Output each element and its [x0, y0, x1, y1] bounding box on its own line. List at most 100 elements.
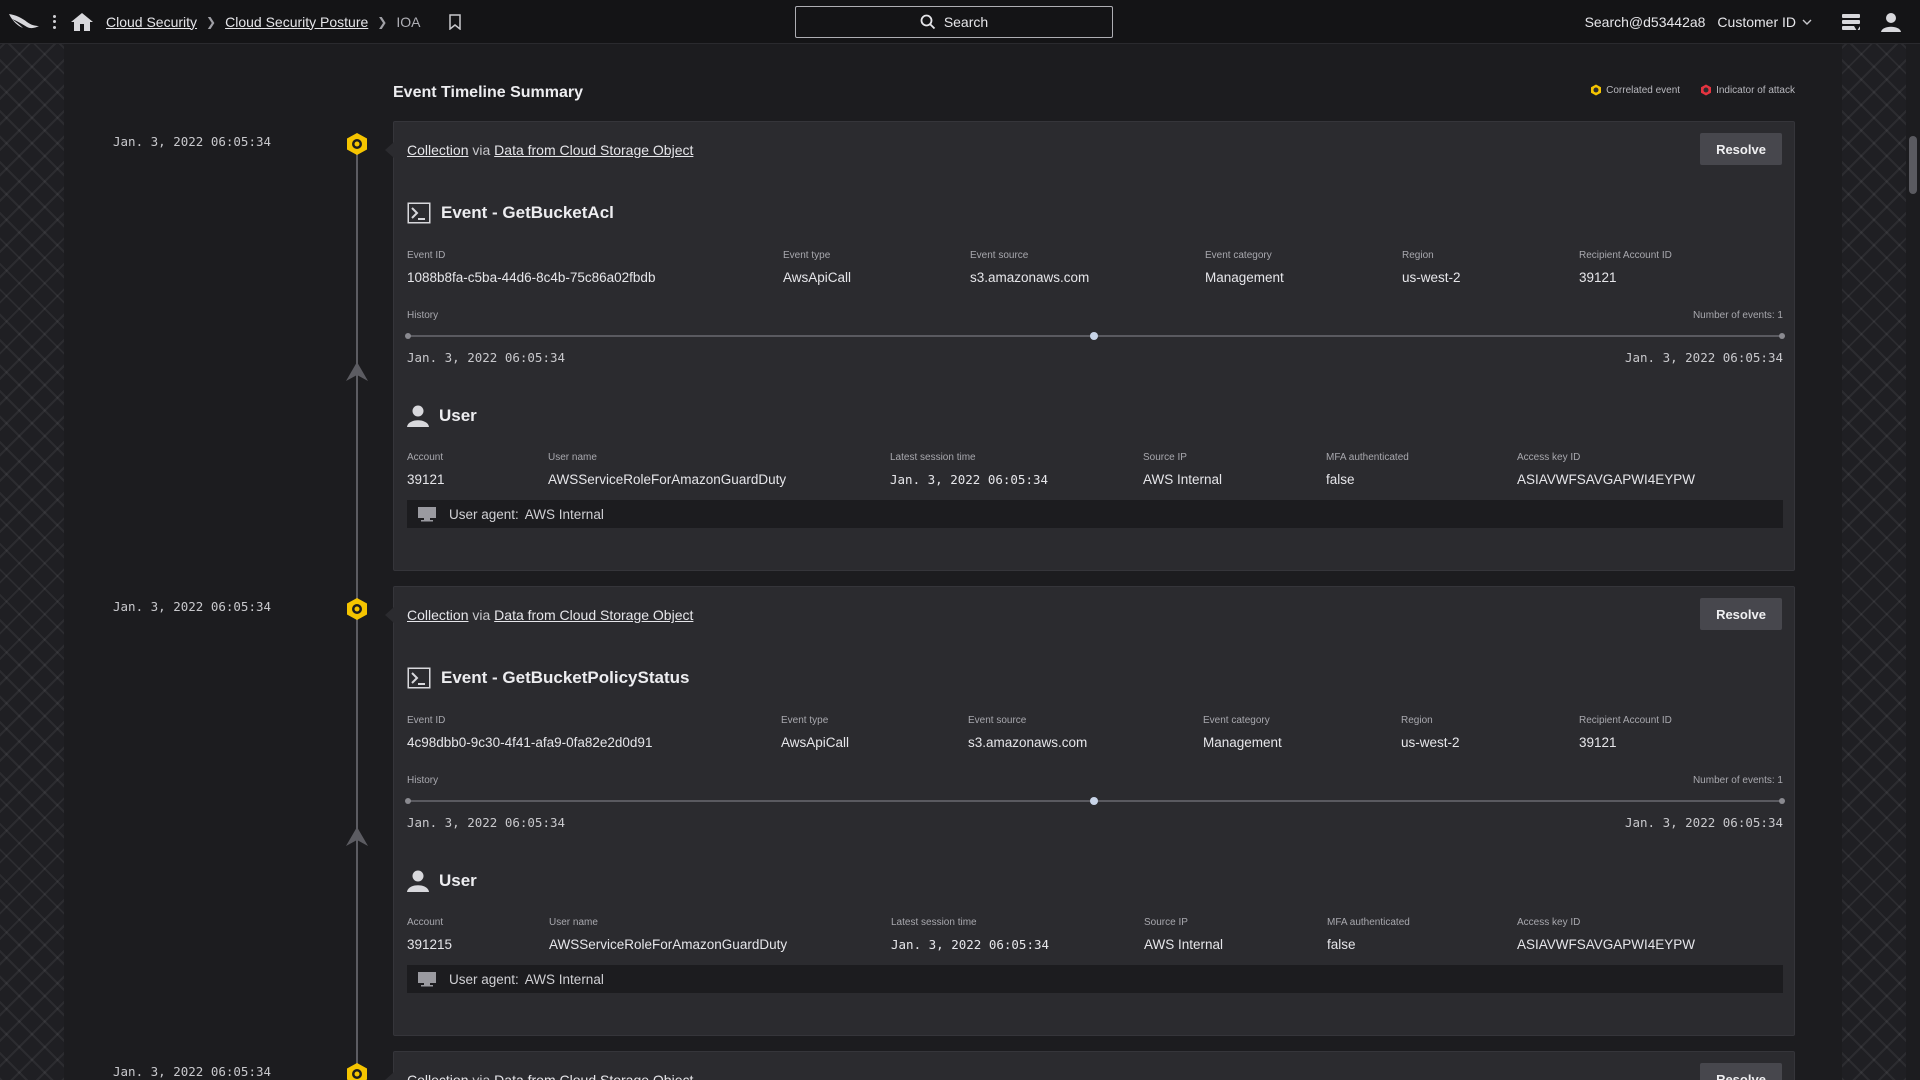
correlated-event-marker-icon	[347, 133, 367, 155]
event-section-title: Event - GetBucketAcl	[407, 202, 614, 224]
region-value: us-west-2	[1401, 735, 1460, 750]
user-section-label: User	[439, 406, 477, 425]
user-name-field: User name AWSServiceRoleForAmazonGuardDu…	[549, 917, 788, 952]
account-value: 39121	[407, 472, 445, 487]
event-type-field: Event type AwsApiCall	[781, 715, 850, 750]
customer-id-dropdown[interactable]: Customer ID	[1717, 14, 1812, 30]
event-id-value: 1088b8fa-c5ba-44d6-8c4b-75c86a02fbdb	[407, 270, 656, 285]
event-id-value: 4c98dbb0-9c30-4f41-afa9-0fa82e2d0d91	[407, 735, 653, 750]
scrollbar[interactable]	[1906, 44, 1920, 1080]
access-key-field: Access key ID ASIAVWFSAVGAPWI4EYPW	[1517, 917, 1696, 952]
user-handle[interactable]: Search@d53442a8	[1585, 14, 1706, 30]
history-event-point[interactable]	[1090, 332, 1098, 340]
tactic-link[interactable]: Collection	[407, 607, 468, 623]
event-category-value: Management	[1203, 735, 1282, 750]
technique-link[interactable]: Data from Cloud Storage Object	[494, 1072, 693, 1080]
notifications-tray-icon[interactable]	[1840, 11, 1862, 33]
user-agent-value: AWS Internal	[524, 971, 604, 987]
source-ip-value: AWS Internal	[1143, 472, 1223, 487]
user-section-title: User	[407, 869, 477, 893]
resolve-button[interactable]: Resolve	[1700, 1063, 1782, 1080]
indicator-of-attack-icon	[1701, 84, 1712, 96]
history-track	[405, 797, 1785, 805]
right-pattern-background	[1842, 44, 1906, 1080]
technique-link[interactable]: Data from Cloud Storage Object	[494, 607, 693, 623]
search-icon	[920, 14, 935, 30]
access-key-value: ASIAVWFSAVGAPWI4EYPW	[1517, 937, 1696, 952]
user-icon	[407, 405, 429, 427]
technique-link[interactable]: Data from Cloud Storage Object	[494, 142, 693, 158]
event-section-title: Event - GetBucketPolicyStatus	[407, 667, 689, 689]
user-name-value: AWSServiceRoleForAmazonGuardDuty	[549, 937, 788, 952]
event-card: Collection via Data from Cloud Storage O…	[385, 121, 1795, 571]
scrollbar-thumb[interactable]	[1909, 136, 1917, 194]
terminal-icon	[407, 667, 431, 689]
latest-session-value: Jan. 3, 2022 06:05:34	[891, 937, 1050, 952]
resolve-button[interactable]: Resolve	[1700, 598, 1782, 630]
event-card: Collection via Data from Cloud Storage O…	[385, 586, 1795, 1036]
user-agent-value: AWS Internal	[524, 506, 604, 522]
event-category-field: Event category Management	[1205, 250, 1284, 285]
event-source-field: Event source s3.amazonaws.com	[968, 715, 1088, 750]
mfa-field: MFA authenticated false	[1327, 917, 1410, 952]
region-value: us-west-2	[1402, 270, 1461, 285]
legend-correlated-label: Correlated event	[1606, 84, 1681, 96]
region-field: Region us-west-2	[1402, 250, 1461, 285]
access-key-field: Access key ID ASIAVWFSAVGAPWI4EYPW	[1517, 452, 1696, 487]
main-menu-icon[interactable]	[46, 12, 62, 32]
event-source-field: Event source s3.amazonaws.com	[970, 250, 1090, 285]
user-name-field: User name AWSServiceRoleForAmazonGuardDu…	[548, 452, 787, 487]
falcon-logo-icon[interactable]	[8, 11, 40, 33]
timeline-header: Event Timeline Summary Correlated event …	[393, 84, 1795, 104]
global-search-button[interactable]: Search	[795, 6, 1113, 38]
event-type-value: AwsApiCall	[781, 735, 850, 750]
breadcrumb-cloud-security[interactable]: Cloud Security	[106, 14, 197, 30]
page-title: Event Timeline Summary	[393, 84, 583, 101]
source-ip-value: AWS Internal	[1144, 937, 1224, 952]
event-card: Collection via Data from Cloud Storage O…	[385, 1051, 1795, 1080]
account-value: 391215	[407, 937, 453, 952]
mfa-value: false	[1327, 937, 1356, 952]
user-section-title: User	[407, 404, 477, 428]
breadcrumb-cloud-security-posture[interactable]: Cloud Security Posture	[225, 14, 368, 30]
home-icon[interactable]	[70, 12, 94, 32]
access-key-value: ASIAVWFSAVGAPWI4EYPW	[1517, 472, 1696, 487]
user-agent-label: User agent:	[449, 971, 519, 987]
correlated-event-marker-icon	[347, 598, 367, 620]
history-count: Number of events: 1	[1692, 775, 1783, 786]
event-title: Event - GetBucketAcl	[441, 203, 614, 222]
timeline-date: Jan. 3, 2022 06:05:34	[113, 1064, 272, 1079]
history-count: Number of events: 1	[1692, 310, 1783, 321]
chevron-right-icon: ❯	[377, 14, 388, 29]
latest-session-field: Latest session time Jan. 3, 2022 06:05:3…	[891, 917, 1050, 952]
event-source-value: s3.amazonaws.com	[968, 735, 1088, 750]
left-pattern-background	[0, 44, 64, 1080]
mfa-value: false	[1326, 472, 1355, 487]
history-end-date: Jan. 3, 2022 06:05:34	[1624, 350, 1783, 365]
history-end-date: Jan. 3, 2022 06:05:34	[1624, 815, 1783, 830]
user-name-value: AWSServiceRoleForAmazonGuardDuty	[548, 472, 787, 487]
user-agent-label: User agent:	[449, 506, 519, 522]
legend-ioa-label: Indicator of attack	[1716, 84, 1795, 96]
tactic-link[interactable]: Collection	[407, 1072, 468, 1080]
event-category-value: Management	[1205, 270, 1284, 285]
history-label: History	[407, 310, 439, 321]
user-agent-bar: User agent: AWS Internal	[407, 500, 1783, 528]
bookmark-icon[interactable]	[448, 13, 462, 30]
top-navigation-bar: Cloud Security ❯ Cloud Security Posture …	[0, 0, 1920, 44]
history-label: History	[407, 775, 439, 786]
event-type-value: AwsApiCall	[783, 270, 852, 285]
event-category-field: Event category Management	[1203, 715, 1282, 750]
breadcrumb-current: IOA	[396, 13, 421, 30]
tactic-link[interactable]: Collection	[407, 142, 468, 158]
event-id-field: Event ID 1088b8fa-c5ba-44d6-8c4b-75c86a0…	[407, 250, 656, 285]
user-profile-icon[interactable]	[1880, 11, 1902, 33]
source-ip-field: Source IP AWS Internal	[1143, 452, 1223, 487]
resolve-button[interactable]: Resolve	[1700, 133, 1782, 165]
source-ip-field: Source IP AWS Internal	[1144, 917, 1224, 952]
search-label: Search	[943, 14, 989, 30]
event-title: Event - GetBucketPolicyStatus	[441, 668, 690, 687]
recipient-account-field: Recipient Account ID 39121	[1579, 250, 1672, 285]
history-event-point[interactable]	[1090, 797, 1098, 805]
timeline-date: Jan. 3, 2022 06:05:34	[113, 134, 272, 149]
